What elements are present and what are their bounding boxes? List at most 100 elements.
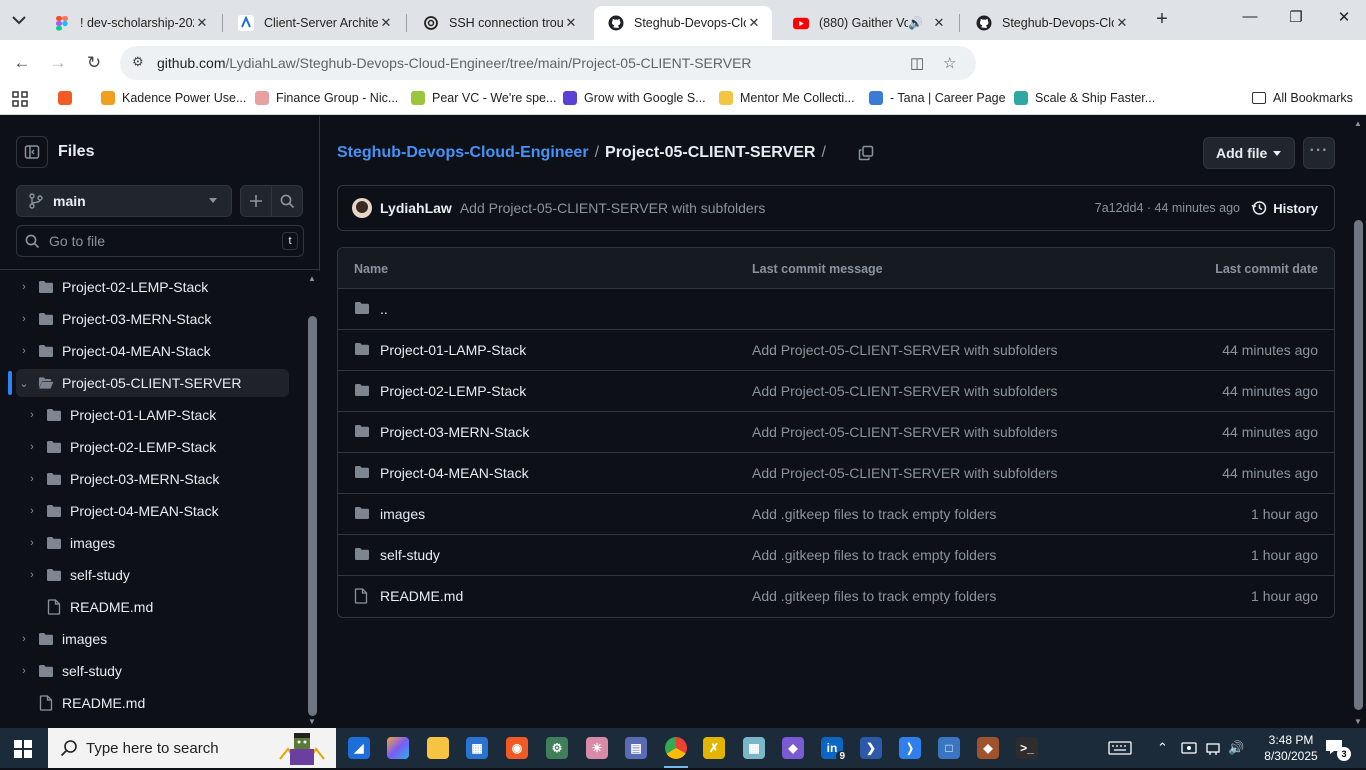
search-highlight-image[interactable] (278, 731, 326, 765)
network-app-icon[interactable]: ▤ (622, 734, 650, 762)
go-to-file-input[interactable]: Go to file t (16, 225, 304, 257)
scroll-up-arrow-icon[interactable]: ▲ (308, 274, 316, 283)
tree-folder-item[interactable]: › images (24, 529, 289, 557)
app-icon-yellow[interactable]: ✗ (700, 734, 728, 762)
install-app-icon[interactable]: ◫ (910, 54, 924, 72)
address-bar[interactable]: ⚙ github.com/LydiahLaw/Steghub-Devops-Cl… (120, 46, 976, 80)
table-row[interactable]: README.md Add .gitkeep files to track emp… (338, 576, 1334, 617)
bookmark-item[interactable]: Kadence Power Use... (101, 91, 246, 105)
bookmark-item[interactable]: - Tana | Career Page (869, 91, 1006, 105)
terminal-icon[interactable]: >_ (1013, 734, 1041, 762)
url-text[interactable]: github.com/LydiahLaw/Steghub-Devops-Clou… (157, 55, 752, 71)
file-name-link[interactable]: Project-04-MEAN-Stack (380, 465, 529, 481)
branch-selector[interactable]: main (16, 185, 232, 217)
tree-folder-item[interactable]: › Project-03-MERN-Stack (24, 465, 289, 493)
commit-message[interactable]: Add Project-05-CLIENT-SERVER with subfol… (460, 200, 766, 216)
app-icon-pink[interactable]: ☀ (583, 734, 611, 762)
close-tab-icon[interactable]: ✕ (931, 15, 947, 31)
tree-folder-item[interactable]: ⌄ Project-05-CLIENT-SERVER (16, 369, 289, 397)
speaker-icon[interactable]: 🔊 (908, 16, 923, 30)
chevron-right-icon[interactable]: › (24, 569, 40, 581)
file-name-link[interactable]: Project-03-MERN-Stack (380, 424, 529, 440)
chevron-right-icon[interactable]: › (24, 441, 40, 453)
taskbar-search-box[interactable]: Type here to search (48, 728, 336, 768)
file-name-link[interactable]: self-study (380, 547, 440, 563)
author-avatar[interactable] (352, 198, 372, 218)
bookmark-item[interactable]: Scale & Ship Faster... (1014, 91, 1155, 105)
browser-tab[interactable]: Steghub-Devops-Clo ✕ (594, 6, 772, 40)
chevron-right-icon[interactable]: › (16, 633, 32, 645)
apps-grid-icon[interactable] (12, 91, 28, 107)
app-icon-teal[interactable]: ▦ (740, 734, 768, 762)
scrollbar-thumb[interactable] (308, 316, 317, 716)
chevron-right-icon[interactable]: › (16, 345, 32, 357)
close-tab-icon[interactable]: ✕ (563, 15, 579, 31)
tree-file-item[interactable]: README.md (24, 593, 289, 621)
powershell-icon[interactable]: ❯ (857, 734, 885, 762)
breadcrumb-repo-link[interactable]: Steghub-Devops-Cloud-Engineer (337, 144, 589, 162)
commit-message-link[interactable]: Add Project-05-CLIENT-SERVER with subfol… (752, 342, 1058, 358)
commit-message-link[interactable]: Add .gitkeep files to track empty folder… (752, 506, 996, 522)
add-file-tree-button[interactable] (240, 185, 272, 217)
close-tab-icon[interactable]: ✕ (1114, 15, 1130, 31)
tree-folder-item[interactable]: › self-study (24, 561, 289, 589)
browser-tab[interactable]: Client-Server Architec ✕ (224, 6, 404, 40)
brave-browser-icon[interactable]: ◉ (503, 734, 531, 762)
windows-start-icon[interactable] (14, 740, 32, 758)
more-options-button[interactable]: ··· (1303, 137, 1335, 169)
tree-folder-item[interactable]: › self-study (16, 657, 289, 685)
app-icon-window[interactable]: □ (935, 734, 963, 762)
commit-message-link[interactable]: Add Project-05-CLIENT-SERVER with subfol… (752, 465, 1058, 481)
chevron-right-icon[interactable]: › (24, 409, 40, 421)
table-row[interactable]: self-study Add .gitkeep files to track em… (338, 535, 1334, 576)
commit-author[interactable]: LydiahLaw (380, 200, 452, 216)
file-name-link[interactable]: README.md (380, 588, 463, 604)
scroll-down-arrow-icon[interactable]: ▼ (308, 717, 316, 726)
browser-tab[interactable]: ! dev-scholarship-202 ✕ (40, 6, 220, 40)
tree-folder-item[interactable]: › Project-04-MEAN-Stack (16, 337, 289, 365)
close-tab-icon[interactable]: ✕ (746, 15, 762, 31)
chrome-icon[interactable] (662, 734, 690, 768)
table-row[interactable]: Project-04-MEAN-Stack Add Project-05-CLIE… (338, 453, 1334, 494)
app-icon-blue[interactable]: ◢ (345, 734, 373, 762)
copy-path-icon[interactable] (858, 145, 874, 161)
scroll-up-arrow-icon[interactable]: ▲ (1354, 119, 1362, 128)
file-name-link[interactable]: Project-02-LEMP-Stack (380, 383, 526, 399)
tree-file-item[interactable]: README.md (16, 689, 289, 717)
forward-icon[interactable]: → (46, 51, 70, 75)
collapse-sidebar-button[interactable] (16, 136, 48, 168)
site-info-icon[interactable]: ⚙ (132, 54, 144, 70)
commit-message-link[interactable]: Add .gitkeep files to track empty folder… (752, 588, 996, 604)
microsoft-store-icon[interactable]: ▦ (463, 734, 491, 762)
chevron-down-icon[interactable]: ⌄ (16, 377, 32, 390)
volume-icon[interactable]: 🔊 (1228, 728, 1244, 768)
brave-bookmark-icon[interactable] (58, 91, 79, 105)
copilot-icon[interactable] (384, 734, 412, 762)
commit-message-link[interactable]: Add .gitkeep files to track empty folder… (752, 547, 996, 563)
tree-folder-item[interactable]: › Project-04-MEAN-Stack (24, 497, 289, 525)
system-clock[interactable]: 3:48 PM 8/30/2025 (1256, 732, 1326, 764)
scroll-down-arrow-icon[interactable]: ▼ (1354, 717, 1362, 726)
tree-folder-item[interactable]: › Project-03-MERN-Stack (16, 305, 289, 333)
table-row[interactable]: images Add .gitkeep files to track empty … (338, 494, 1334, 535)
tree-folder-item[interactable]: › images (16, 625, 289, 653)
git-bash-icon[interactable]: ◆ (974, 734, 1002, 762)
maximize-icon[interactable]: ❐ (1284, 8, 1308, 26)
file-explorer-icon[interactable] (424, 734, 452, 762)
chevron-right-icon[interactable]: › (24, 473, 40, 485)
sidebar-scrollbar[interactable]: ▲ ▼ (305, 271, 320, 728)
back-icon[interactable]: ← (10, 51, 34, 75)
browser-tab[interactable]: (880) Gaither Voc 🔊 ✕ (779, 6, 957, 40)
tab-search-icon[interactable] (10, 12, 30, 30)
bookmark-item[interactable]: Mentor Me Collecti... (719, 91, 855, 105)
chevron-right-icon[interactable]: › (16, 281, 32, 293)
bookmark-star-icon[interactable]: ☆ (943, 54, 956, 72)
bookmark-item[interactable]: Finance Group - Nic... (255, 91, 398, 105)
close-tab-icon[interactable]: ✕ (194, 15, 210, 31)
new-tab-button[interactable]: + (1150, 8, 1174, 31)
table-row[interactable]: Project-02-LEMP-Stack Add Project-05-CLIE… (338, 371, 1334, 412)
chevron-right-icon[interactable]: › (24, 537, 40, 549)
network-icon[interactable] (1205, 728, 1221, 768)
table-row[interactable]: .. (338, 289, 1334, 330)
table-row[interactable]: Project-01-LAMP-Stack Add Project-05-CLIE… (338, 330, 1334, 371)
